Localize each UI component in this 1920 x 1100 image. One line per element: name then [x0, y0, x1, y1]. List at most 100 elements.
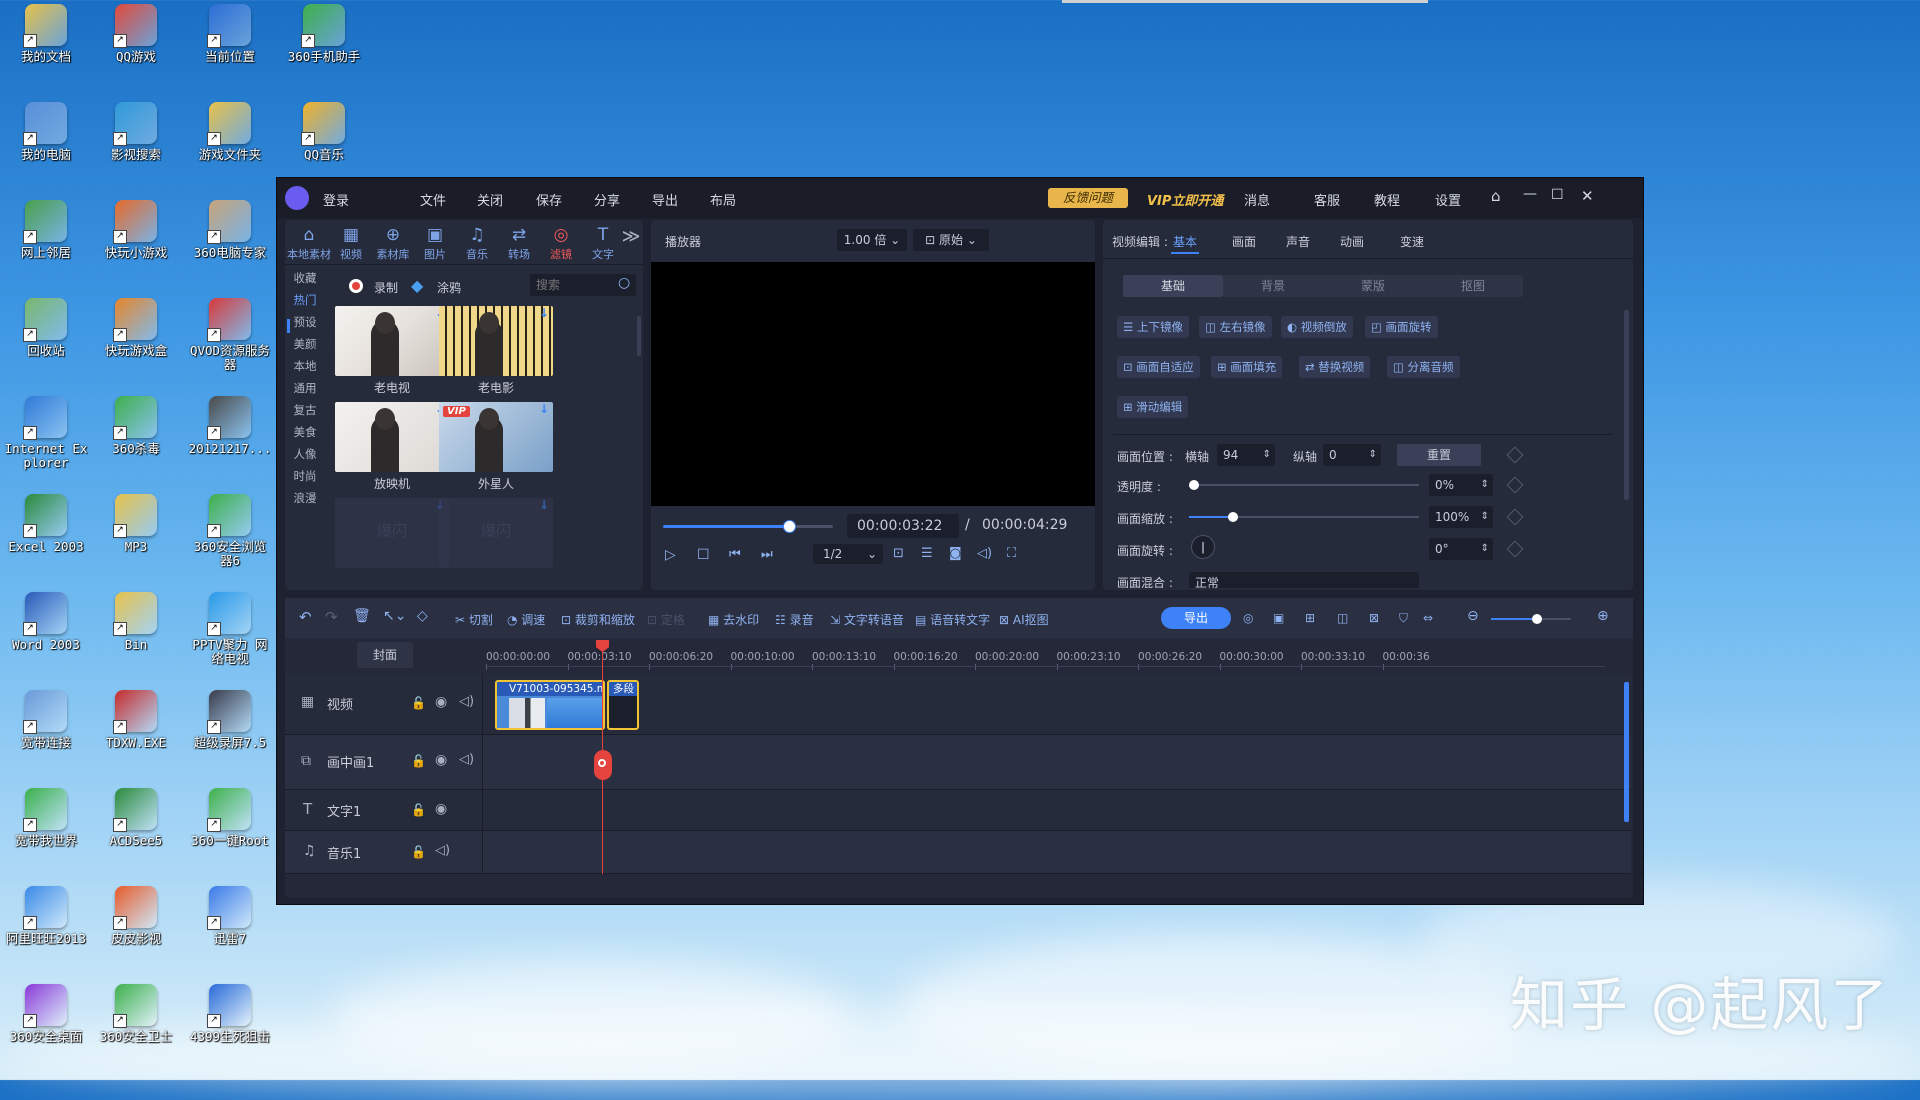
opacity-slider[interactable] [1189, 480, 1419, 490]
record-audio-button[interactable]: ☷ 录音 [775, 611, 814, 628]
desktop-icon[interactable]: ↗ 阿里旺旺2013 [2, 882, 90, 974]
volume-icon[interactable]: ◁) [977, 546, 992, 561]
separate-audio-button[interactable]: ◫ 分离音频 [1387, 356, 1460, 378]
crop-zoom-button[interactable]: ⊡ 裁剪和缩放 [561, 611, 635, 628]
maximize-icon[interactable]: ☐ [1551, 187, 1564, 203]
desktop-icon[interactable]: ↗ 我的电脑 [2, 98, 90, 190]
desktop-icon[interactable]: ↗ 宽带连接 [2, 686, 90, 778]
current-time-field[interactable]: 00:00:03:22 [847, 514, 959, 538]
filter-thumbnail[interactable]: 爆闪 ↓ [439, 498, 553, 568]
undo-icon[interactable]: ↶ [299, 608, 312, 626]
desktop-icon[interactable]: ↗ 我的文档 [2, 0, 90, 92]
stepper-icon[interactable]: ⇕ [1481, 474, 1489, 496]
multi-clip[interactable]: 多段 [607, 680, 639, 730]
player-progress-track[interactable] [663, 520, 833, 533]
adjust-speed-button[interactable]: ◔ 调速 [507, 611, 545, 628]
keyframe-icon[interactable] [1506, 476, 1524, 494]
eye-icon[interactable]: ◉ [435, 694, 447, 710]
fit-timeline-icon[interactable]: ⇔ [1423, 611, 1433, 625]
eye-icon[interactable]: ◉ [435, 801, 447, 817]
tutorial-button[interactable]: 教程 [1374, 190, 1400, 209]
keyframe-icon[interactable] [1506, 446, 1524, 464]
stepper-icon[interactable]: ⇕ [1481, 538, 1489, 560]
keyframe-icon[interactable] [1506, 508, 1524, 526]
desktop-icon[interactable]: ↗ 影视搜索 [92, 98, 180, 190]
zoom-out-icon[interactable]: ⊖ [1467, 608, 1479, 624]
speed-select[interactable]: 1.00 倍 ⌄ [837, 229, 907, 251]
tab-sound[interactable]: 声音 [1286, 233, 1310, 250]
export-button[interactable]: 导出 [1161, 607, 1231, 629]
replace-video-button[interactable]: ⇄ 替换视频 [1299, 356, 1371, 378]
category-item[interactable]: 时尚 [285, 468, 325, 484]
desktop-icon[interactable]: ↗ Bin [92, 588, 180, 680]
edit-panel-scrollbar[interactable] [1624, 310, 1629, 500]
opacity-slider-knob[interactable] [1189, 480, 1199, 490]
slide-edit-button[interactable]: ⊞ 滑动编辑 [1117, 396, 1189, 418]
desktop-icon[interactable]: ↗ MP3 [92, 490, 180, 582]
settings-button[interactable]: 设置 [1435, 190, 1461, 209]
category-item[interactable]: 热门 [285, 292, 325, 308]
category-item[interactable]: 通用 [285, 380, 325, 396]
desktop-icon[interactable]: ↗ 回收站 [2, 294, 90, 386]
tab-basic[interactable]: 基本 [1173, 233, 1197, 250]
freeze-frame-button[interactable]: ⊡ 定格 [647, 611, 685, 628]
snapshot-icon[interactable]: ◙ [949, 546, 962, 561]
tab-speed[interactable]: 变速 [1400, 233, 1424, 250]
desktop-icon[interactable]: ↗ 皮皮影视 [92, 882, 180, 974]
flip-horizontal-button[interactable]: ◫ 左右镜像 [1199, 316, 1272, 338]
ratio-select[interactable]: ⊡ 原始 ⌄ [913, 229, 989, 251]
desktop-icon[interactable]: ↗ 网上邻居 [2, 196, 90, 288]
menu-close[interactable]: 关闭 [477, 190, 503, 209]
category-item[interactable]: 预设 [285, 314, 325, 330]
reverse-video-button[interactable]: ◐ 视频倒放 [1281, 316, 1353, 338]
remove-watermark-button[interactable]: ▦ 去水印 [708, 611, 759, 628]
desktop-icon[interactable]: ↗ 游戏文件夹 [186, 98, 274, 190]
desktop-icon[interactable]: ↗ 快玩游戏盒 [92, 294, 180, 386]
menu-layout[interactable]: 布局 [710, 190, 736, 209]
filter-thumbnail[interactable]: VIP ↓ [439, 402, 553, 472]
desktop-icon[interactable]: ↗ 360安全浏览器6 [186, 490, 274, 582]
category-item[interactable]: 复古 [285, 402, 325, 418]
paint-icon[interactable]: ◆ [411, 276, 423, 295]
desktop-icon[interactable]: ↗ 360一键Root [186, 784, 274, 876]
support-button[interactable]: 客服 [1314, 190, 1340, 209]
vip-button[interactable]: VIP立即开通 [1147, 190, 1223, 209]
scale-slider[interactable] [1189, 512, 1419, 522]
menu-save[interactable]: 保存 [536, 190, 562, 209]
fill-picture-button[interactable]: ⊞ 画面填充 [1211, 356, 1283, 378]
media-tab[interactable]: ⌂ 本地素材 [287, 224, 331, 262]
cover-button[interactable]: 封面 [357, 642, 413, 668]
keyframe-icon[interactable] [1506, 540, 1524, 558]
desktop-icon[interactable]: ↗ QVOD资源服务器 [186, 294, 274, 386]
messages-button[interactable]: 消息 [1244, 190, 1270, 209]
filter-thumbnail[interactable]: ↓ [335, 402, 449, 472]
auto-snap-icon[interactable]: ◎ [1243, 611, 1253, 625]
scale-slider-knob[interactable] [1227, 512, 1238, 522]
login-button[interactable]: 登录 [323, 190, 349, 209]
desktop-icon[interactable]: ↗ Excel 2003 [2, 490, 90, 582]
redo-icon[interactable]: ↷ [325, 608, 338, 626]
x-axis-input[interactable]: 94 ⇕ [1217, 444, 1275, 466]
desktop-icon[interactable]: ↗ Word 2003 [2, 588, 90, 680]
tab-animation[interactable]: 动画 [1340, 233, 1364, 250]
search-icon[interactable]: ○ [618, 275, 630, 291]
speaker-icon[interactable]: ◁) [459, 694, 474, 709]
quality-select[interactable]: 1/2 ⌄ [813, 544, 883, 564]
ai-matting-button[interactable]: ⊠ AI抠图 [999, 611, 1049, 628]
desktop-icon[interactable]: ↗ 宽带我世界 [2, 784, 90, 876]
subtab-background[interactable]: 背景 [1223, 275, 1323, 297]
previous-frame-icon[interactable]: ⏮ [729, 547, 741, 562]
desktop-icon[interactable]: ↗ 360手机助手 [280, 0, 368, 92]
home-icon[interactable]: ⌂ [1491, 187, 1501, 205]
zoom-in-icon[interactable]: ⊕ [1597, 608, 1609, 624]
columns-icon[interactable]: ◫ [1337, 611, 1348, 625]
rotate-picture-button[interactable]: ◰ 画面旋转 [1365, 316, 1438, 338]
desktop-icon[interactable]: ↗ 迅雷7 [186, 882, 274, 974]
menu-share[interactable]: 分享 [594, 190, 620, 209]
close-icon[interactable]: ✕ [1581, 187, 1594, 205]
desktop-icon[interactable]: ↗ 360安全桌面 [2, 980, 90, 1072]
flip-vertical-button[interactable]: ☰ 上下镜像 [1117, 316, 1189, 338]
desktop-icon[interactable]: ↗ 360安全卫士 [92, 980, 180, 1072]
avatar-icon[interactable] [285, 186, 309, 210]
eye-icon[interactable]: ◉ [435, 752, 447, 768]
